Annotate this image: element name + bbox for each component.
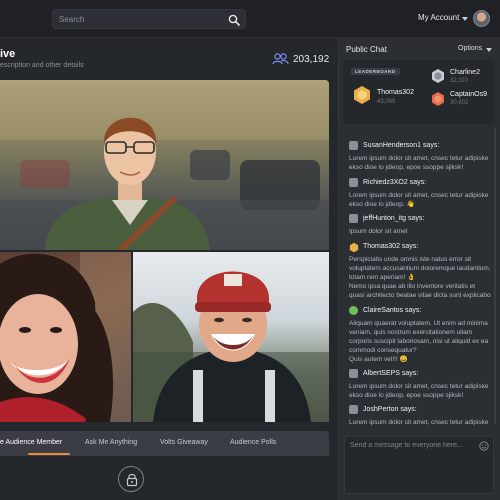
active-tab-indicator — [28, 453, 70, 455]
chevron-down-icon[interactable] — [486, 48, 492, 52]
emoji-icon[interactable] — [479, 441, 489, 451]
viewers-icon — [272, 53, 289, 65]
chat-username[interactable]: Thomas302 says: — [363, 243, 418, 250]
tab-ask-me-anything[interactable]: Ask Me Anything — [85, 439, 137, 446]
chat-username[interactable]: JoshPerton says: — [363, 406, 417, 413]
chat-username[interactable]: jeffHunton_itg says: — [363, 215, 424, 222]
chat-text: commodi consequatur? — [349, 347, 417, 354]
chat-username[interactable]: ClaireSantos says: — [363, 307, 421, 314]
message-compose-box[interactable] — [344, 436, 494, 494]
guest-video-tile-1[interactable] — [0, 252, 131, 422]
gold-badge-icon — [349, 242, 359, 253]
chat-scrollbar[interactable] — [494, 128, 496, 424]
chat-text: Lorem ipsum dolor sit amet, cnsec tetur … — [349, 192, 489, 199]
my-account-menu[interactable]: My Account — [418, 13, 459, 22]
user-icon — [349, 178, 358, 187]
chat-text: ekso dioe lo jdieop, epoe ssoppe sjiksk! — [349, 392, 464, 399]
main-video-tile[interactable] — [0, 80, 329, 250]
chat-text: ekso dioe lo jdieop. 👋 — [349, 201, 415, 208]
leaderboard-entry-name[interactable]: CaptainOs9 — [450, 91, 487, 98]
avatar[interactable] — [473, 10, 490, 27]
user-icon — [349, 369, 358, 378]
guest-video-tile-2[interactable] — [133, 252, 329, 422]
chat-panel-title: Public Chat — [346, 45, 387, 54]
stream-title: ive — [0, 48, 16, 60]
leaderboard-entry-score: 30,802 — [450, 100, 469, 106]
search-input[interactable] — [59, 12, 219, 27]
chat-text: Quis autem vel!!! 😀 — [349, 356, 408, 363]
tab-audience-polls[interactable]: Audience Polls — [230, 439, 276, 446]
viewer-count: 203,192 — [293, 54, 330, 65]
chat-text: Lorem ipsum dolor sit amet, cnsec tetur … — [349, 383, 489, 390]
message-input[interactable] — [350, 442, 476, 488]
leaderboard-label: LEADERBOARD — [351, 68, 400, 75]
chat-text: totam rem aperiam! 👌 — [349, 274, 416, 281]
bronze-badge-icon — [432, 92, 444, 106]
guest-1-video-image — [0, 252, 131, 422]
tab-volts-giveaway[interactable]: Volts Giveaway — [160, 439, 208, 446]
silver-badge-icon — [432, 69, 444, 83]
user-icon — [349, 214, 358, 223]
lock-button[interactable] — [118, 466, 144, 492]
search-icon[interactable] — [228, 14, 240, 26]
leaderboard-entry-name[interactable]: Thomas302 — [377, 89, 414, 96]
chat-text: Ipsum dolor sit amet — [349, 228, 408, 235]
host-video-image — [0, 80, 329, 250]
search-box[interactable] — [52, 9, 246, 29]
leaderboard-entry-name[interactable]: Charline2 — [450, 69, 480, 76]
tab-audience-member[interactable]: e Audience Member — [0, 439, 62, 446]
chat-username[interactable]: AlbertSEPS says: — [363, 370, 418, 377]
chat-text: Lorem ipsum dolor sit amet, cnsec tetur … — [349, 419, 489, 426]
chat-text: corporis suscipit laboriosam, nisi ut al… — [349, 338, 489, 345]
chat-text: veniam, quis nostrum exercitationem ulla… — [349, 329, 473, 336]
user-icon — [349, 141, 358, 150]
chat-text: Aliquam quaerat voluptatem. Ut enim ad m… — [349, 320, 488, 327]
user-icon — [349, 306, 358, 315]
options-menu[interactable]: Options — [458, 45, 482, 52]
guest-2-video-image — [133, 271, 329, 422]
chat-text: Nemo ipsa quae ab illo inventore veritat… — [349, 283, 476, 290]
leaderboard-entry-score: 32,110 — [450, 78, 468, 84]
leaderboard-entry-score: 43,099 — [377, 99, 396, 105]
chat-username[interactable]: Richiedz3XO2 says: — [363, 179, 426, 186]
chat-username[interactable]: SusanHenderson1 says: — [363, 142, 439, 149]
chat-text: quasi architecto beatae vitae dicta sunt… — [349, 292, 491, 299]
chat-text: Perspiciatis unde omnis iste natus error… — [349, 256, 472, 263]
chevron-down-icon[interactable] — [462, 17, 468, 21]
chat-text: voluptatem accusantium doloremque laudan… — [349, 265, 491, 272]
lock-icon — [126, 473, 138, 487]
chat-text: Lorem ipsum dolor sit amet, cnsec tetur … — [349, 155, 489, 162]
gold-badge-icon — [354, 86, 370, 104]
chat-text: ekso dioe lo jdieop, epoe ssoppe sjiksk! — [349, 164, 464, 171]
stream-subtitle: escription and other details — [0, 62, 84, 69]
user-icon — [349, 405, 358, 414]
